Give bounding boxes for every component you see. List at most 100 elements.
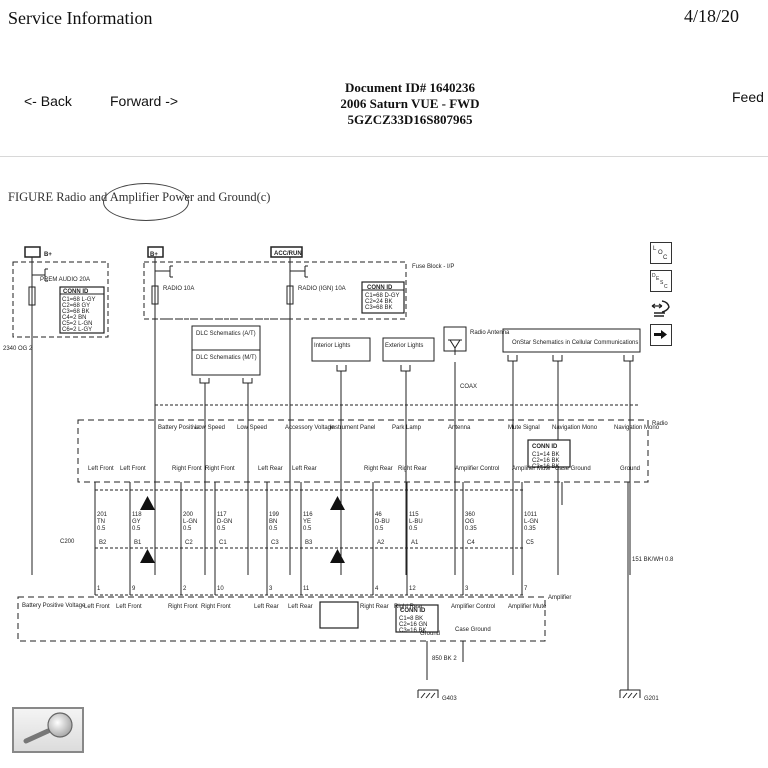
radio-top-pin-label: Antenna — [448, 425, 471, 431]
speaker-wire-circuit: 199 — [269, 512, 280, 518]
back-link[interactable]: <- Back — [24, 93, 72, 109]
vin: 5GZCZ33D16S807965 — [347, 112, 473, 127]
ground-g201-symbol — [619, 689, 641, 699]
amp-pin-label: Amplifier Control — [451, 604, 495, 610]
dlc-mt-label: DLC Schematics (M/T) — [196, 355, 257, 361]
speaker-wire-circuit: 116 — [303, 512, 313, 518]
radio-bottom-pin-label: Ground — [620, 466, 640, 472]
speaker-wire-color: L-GN — [183, 519, 197, 525]
amp-pin-label: Left Rear — [254, 604, 279, 610]
speaker-wire-circuit: 200 — [183, 512, 194, 518]
coax-label: COAX — [460, 384, 477, 390]
wire-151-label: 151 BK/WH 0.8 — [632, 557, 674, 563]
speaker-wire-gauge: 0.5 — [269, 526, 278, 532]
amp-pin-number: 4 — [375, 586, 379, 592]
radio-bottom-pin-label: Right Rear — [364, 466, 393, 472]
speaker-wire-group — [94, 482, 563, 595]
radio-top-pin-label: Instrument Panel — [330, 425, 375, 431]
radio-top-pin-label: Accessory Voltage — [285, 425, 335, 431]
inline-pin-label: B2 — [99, 540, 107, 546]
amp-conn-id-entry: C3=16 BK — [399, 628, 427, 634]
radio-bottom-pin-label: Right Front — [205, 466, 235, 472]
amp-pin-number: 12 — [409, 586, 416, 592]
radio-top-pin-label: Navigation Mono — [552, 425, 598, 431]
amp-pin-label: Right Front — [201, 604, 231, 610]
amp-pin-number: 3 — [269, 586, 273, 592]
document-id: Document ID# 1640236 — [345, 80, 475, 95]
radio-bottom-pin-label: Case Ground — [555, 466, 591, 472]
dlc-at-label: DLC Schematics (A/T) — [196, 331, 256, 337]
inline-pin-label: B1 — [134, 540, 142, 546]
hand-drawn-circle-annotation — [103, 183, 189, 221]
zoom-button[interactable] — [12, 707, 84, 753]
warning-icon — [140, 496, 155, 510]
amp-pin-label: Right Front — [168, 604, 198, 610]
header-divider — [0, 156, 768, 157]
interior-lights-label: Interior Lights — [314, 343, 350, 349]
speaker-wire-gauge: 0.5 — [183, 526, 192, 532]
speaker-wire-color: OG — [465, 519, 475, 525]
inline-pin-label: C5 — [526, 540, 534, 546]
warning-icon — [140, 549, 155, 563]
speaker-wire-gauge: 0.5 — [132, 526, 141, 532]
conn-id-title: CONN ID — [367, 285, 393, 291]
exterior-lights-reference-box — [382, 337, 435, 362]
radio-top-pin-label: Navigation Mono — [614, 425, 660, 431]
b-plus-label-2: B+ — [150, 252, 158, 258]
exterior-lights-label: Exterior Lights — [385, 343, 423, 349]
wiring-diagram: B+ B+ ACC/RUN 2340 OG 2 PREM AUDIO 20A C… — [3, 246, 674, 702]
ground-g403-symbol — [417, 689, 439, 699]
print-date: 4/18/20 — [684, 6, 740, 26]
radio-fuse-label: RADIO 10A — [163, 286, 194, 292]
speaker-wire-circuit: 115 — [409, 512, 419, 518]
radio-bottom-pin-label: Amplifier Control — [455, 466, 499, 472]
ip-conn-id-entry: C3=68 BK — [365, 305, 393, 311]
radio-top-pin-label: Low Speed — [195, 425, 225, 431]
amp-pin-number: 9 — [132, 586, 136, 592]
feedback-link[interactable]: Feed — [732, 89, 764, 105]
amp-pin-label: Left Front — [116, 604, 142, 610]
inline-pin-label: C4 — [467, 540, 475, 546]
amp-pin-label: Left Front — [84, 604, 110, 610]
forward-link[interactable]: Forward -> — [110, 93, 178, 109]
speaker-wire-color: BN — [269, 519, 277, 525]
radio-top-pin-label: Battery Positive — [158, 425, 200, 431]
ground-g403-label: G403 — [442, 696, 457, 702]
fuse-block-ip-label: Fuse Block - I/P — [412, 264, 454, 270]
speaker-wire-gauge: 0.5 — [303, 526, 312, 532]
radio-antenna-label: Radio Antenna — [470, 330, 510, 336]
inline-pin-label: A1 — [411, 540, 419, 546]
speaker-wire-color: TN — [97, 519, 105, 525]
speaker-wire-gauge: 0.5 — [217, 526, 226, 532]
underhood-fuse-label: PREM AUDIO 20A — [40, 277, 90, 283]
warning-icon — [330, 496, 345, 510]
radio-ign-fuse-label: RADIO (IGN) 10A — [298, 286, 346, 292]
amp-pin-number: 11 — [303, 586, 310, 592]
speaker-wire-circuit: 360 — [465, 512, 476, 518]
speaker-wire-color: GY — [132, 519, 141, 525]
speaker-wire-gauge: 0.5 — [409, 526, 418, 532]
radio-top-pin-label: Park Lamp — [392, 425, 422, 431]
underhood-conn-id-entry: C6=2 L-GY — [62, 327, 92, 333]
speaker-wire-circuit: 201 — [97, 512, 108, 518]
radio-top-pin-label: Low Speed — [237, 425, 267, 431]
speaker-wire-gauge: 0.35 — [524, 526, 536, 532]
inline-pin-label: A2 — [377, 540, 385, 546]
speaker-wire-gauge: 0.5 — [97, 526, 106, 532]
amp-pin-number: 2 — [183, 586, 187, 592]
speaker-wire-gauge: 0.5 — [375, 526, 384, 532]
speaker-wire-circuit: 46 — [375, 512, 382, 518]
amp-pin-label: Right Rear — [360, 604, 389, 610]
power-source-b-plus-1 — [24, 246, 41, 258]
speaker-wire-circuit: 117 — [217, 512, 227, 518]
inline-pin-label: C1 — [219, 540, 227, 546]
inline-connector-label: C200 — [60, 539, 75, 545]
radio-bottom-pin-label: Left Front — [88, 466, 114, 472]
magnifier-icon — [23, 712, 73, 744]
wire-2340-label: 2340 OG 2 — [3, 346, 33, 352]
speaker-wire-circuit: 1011 — [524, 512, 538, 518]
inline-pin-label: B3 — [305, 540, 313, 546]
inline-pin-label: C3 — [271, 540, 279, 546]
amplifier-label: Amplifier — [548, 595, 571, 601]
amp-pin-label: Left Rear — [288, 604, 313, 610]
